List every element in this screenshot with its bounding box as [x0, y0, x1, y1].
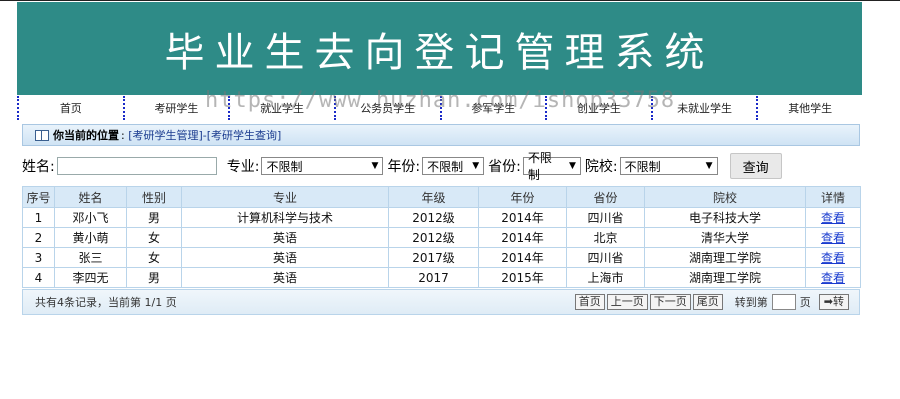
- main-nav: 首页 考研学生 就业学生 公务员学生 参军学生 创业学生 未就业学生 其他学生: [17, 96, 862, 120]
- goto-label: 转到第: [734, 296, 768, 309]
- goto-page-input[interactable]: [771, 294, 796, 310]
- nav-postgrad[interactable]: 考研学生: [125, 96, 231, 120]
- next-page-button[interactable]: 下一页: [649, 294, 691, 310]
- year-select[interactable]: 不限制 ▼: [422, 157, 485, 175]
- dropdown-arrow-icon: ▼: [705, 161, 713, 171]
- record-summary: 共有4条记录，当前第 1/1 页: [35, 296, 177, 309]
- nav-unemployed[interactable]: 未就业学生: [653, 96, 759, 120]
- top-border: [0, 0, 900, 1]
- location-label: 你当前的位置: [53, 129, 119, 142]
- column-header: 省份: [566, 186, 645, 208]
- dropdown-arrow-icon: ▼: [371, 161, 379, 171]
- last-page-button[interactable]: 尾页: [692, 294, 723, 310]
- view-detail-link[interactable]: 查看: [821, 251, 845, 265]
- pager: 首页 上一页 下一页 尾页 转到第 页 ➡转: [574, 294, 849, 310]
- column-header: 姓名: [54, 186, 127, 208]
- dropdown-arrow-icon: ▼: [472, 161, 480, 171]
- column-header: 年份: [478, 186, 567, 208]
- pagination-bar: 共有4条记录，当前第 1/1 页 首页 上一页 下一页 尾页 转到第 页 ➡转: [22, 289, 860, 315]
- app-title: 毕业生去向登记管理系统: [164, 29, 715, 76]
- name-input[interactable]: [56, 157, 217, 175]
- prev-page-button[interactable]: 上一页: [606, 294, 648, 310]
- view-detail-link[interactable]: 查看: [821, 231, 845, 245]
- nav-military[interactable]: 参军学生: [442, 96, 548, 120]
- dropdown-arrow-icon: ▼: [568, 161, 576, 171]
- table-header-row: 序号 姓名 性别 专业 年级 年份 省份 院校 详情: [22, 186, 861, 208]
- nav-home[interactable]: 首页: [17, 96, 125, 120]
- table-row: 2 黄小萌女英语 2012级 2014年 北京 清华大学 查看: [22, 227, 861, 248]
- nav-other[interactable]: 其他学生: [758, 96, 862, 120]
- search-filter-bar: 姓名: 专业: 不限制 ▼ 年份: 不限制 ▼ 省份: 不限制 ▼ 院校: 不限制 ▼ …: [22, 151, 860, 182]
- book-icon: [35, 129, 49, 141]
- student-table: 序号 姓名 性别 专业 年级 年份 省份 院校 详情 1 邓小飞男计算机科学与技术…: [22, 186, 861, 288]
- nav-employed[interactable]: 就业学生: [230, 96, 336, 120]
- breadcrumb: 你当前的位置: [考研学生管理]-[考研学生查询]: [22, 124, 860, 146]
- query-button[interactable]: 查询: [729, 153, 782, 179]
- view-detail-link[interactable]: 查看: [821, 211, 845, 225]
- column-header: 详情: [805, 186, 861, 208]
- column-header: 院校: [644, 186, 806, 208]
- major-label: 专业:: [226, 159, 260, 175]
- province-label: 省份:: [488, 159, 521, 175]
- page-unit-label: 页: [799, 296, 811, 309]
- column-header: 性别: [126, 186, 182, 208]
- go-button[interactable]: ➡转: [818, 294, 849, 310]
- nav-startup[interactable]: 创业学生: [547, 96, 653, 120]
- school-select[interactable]: 不限制 ▼: [619, 157, 718, 175]
- year-label: 年份:: [387, 159, 421, 175]
- table-row: 1 邓小飞男计算机科学与技术 2012级 2014年 四川省 电子科技大学 查看: [22, 207, 861, 228]
- school-label: 院校:: [584, 159, 618, 175]
- header-banner: 毕业生去向登记管理系统: [17, 2, 862, 95]
- table-row: 3 张三女英语 2017级 2014年 四川省 湖南理工学院 查看: [22, 247, 861, 268]
- first-page-button[interactable]: 首页: [574, 294, 605, 310]
- name-label: 姓名:: [22, 159, 55, 175]
- column-header: 年级: [388, 186, 479, 208]
- major-select[interactable]: 不限制 ▼: [261, 157, 384, 175]
- province-select[interactable]: 不限制 ▼: [522, 151, 581, 182]
- column-header: 专业: [181, 186, 389, 208]
- table-row: 4 李四无男英语 2017 2015年 上海市 湖南理工学院 查看: [22, 267, 861, 288]
- column-header: 序号: [22, 186, 55, 208]
- view-detail-link[interactable]: 查看: [821, 271, 845, 285]
- nav-civil-servant[interactable]: 公务员学生: [336, 96, 442, 120]
- location-path: [考研学生管理]-[考研学生查询]: [128, 129, 282, 142]
